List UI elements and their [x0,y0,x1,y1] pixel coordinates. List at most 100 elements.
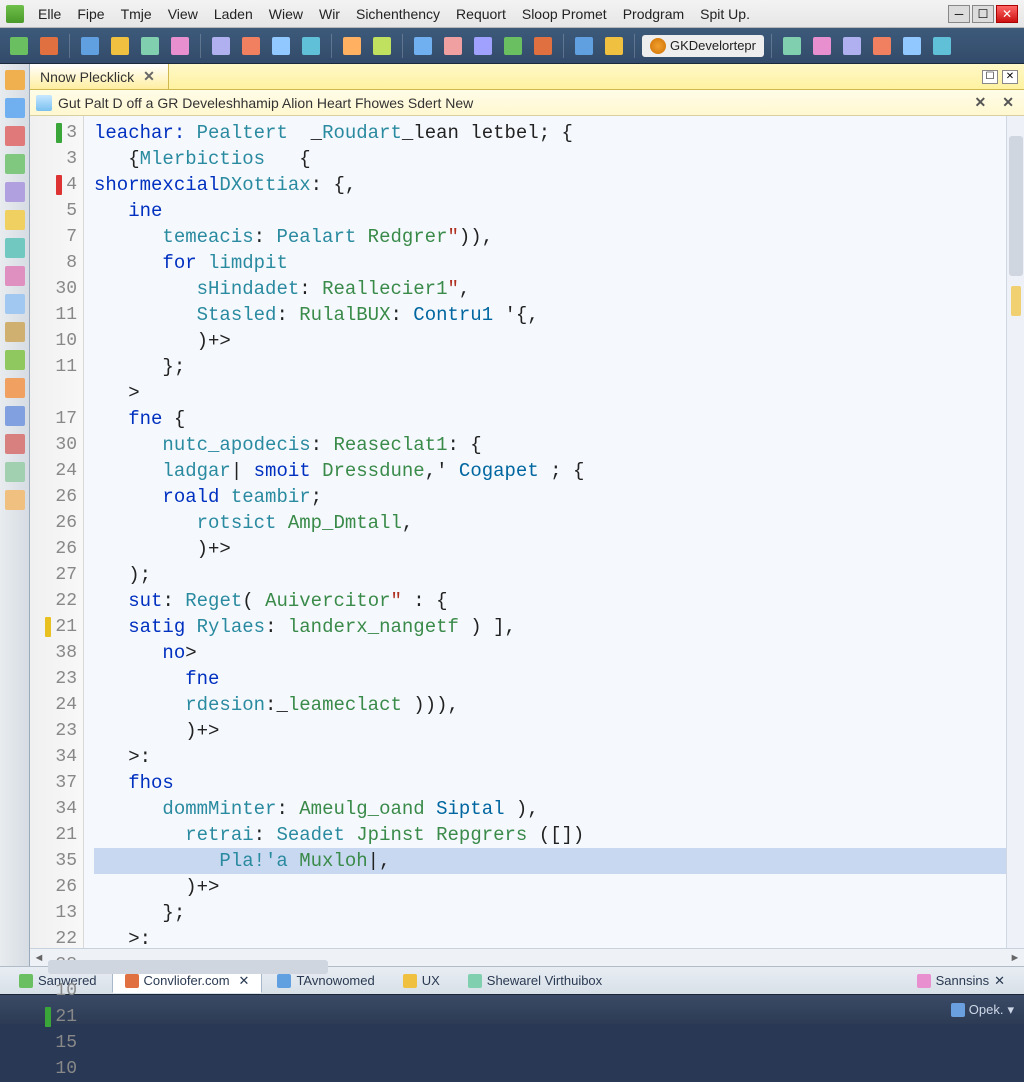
gutter-line[interactable]: 10 [30,978,77,1004]
gutter-line[interactable]: 5 [30,198,77,224]
sidebar-icon-15[interactable] [5,490,25,510]
hscroll-thumb[interactable] [48,960,328,974]
sidebar-icon-13[interactable] [5,434,25,454]
gutter-line[interactable]: 34 [30,796,77,822]
gutter-line[interactable]: 4 [30,172,77,198]
code-line[interactable]: no> [94,640,1006,666]
toolbar-button-5[interactable] [167,33,193,59]
gutter-line[interactable]: 13 [30,900,77,926]
toolbar-button-6[interactable] [208,33,234,59]
code-line[interactable]: sHindadet: Reallecier1", [94,276,1006,302]
code-line[interactable]: >: [94,744,1006,770]
toolbar-button-18[interactable] [601,33,627,59]
code-line[interactable]: )+> [94,536,1006,562]
sidebar-icon-14[interactable] [5,462,25,482]
toolbar-button-20[interactable] [809,33,835,59]
gutter-line[interactable]: 21 [30,822,77,848]
gutter-line[interactable]: 26 [30,484,77,510]
menu-spit up.[interactable]: Spit Up. [692,2,758,26]
gutter-line[interactable]: 30 [30,276,77,302]
gutter-line[interactable]: 15 [30,1030,77,1056]
gutter-line[interactable]: 17 [30,406,77,432]
code-line[interactable]: {Mlerbictios { [94,146,1006,172]
toolbar-button-22[interactable] [869,33,895,59]
menu-prodgram[interactable]: Prodgram [615,2,692,26]
vertical-scrollbar[interactable] [1006,116,1024,948]
gutter-line[interactable]: 11 [30,302,77,328]
sidebar-icon-0[interactable] [5,70,25,90]
code-line[interactable]: )+> [94,328,1006,354]
code-line[interactable]: dommMinter: Ameulg_oand Siptal ), [94,796,1006,822]
gutter-line[interactable]: 35 [30,848,77,874]
code-line[interactable]: ladgar| smoit Dressdune,' Cogapet ; { [94,458,1006,484]
code-line[interactable]: )+> [94,874,1006,900]
sidebar-icon-1[interactable] [5,98,25,118]
menu-elle[interactable]: Elle [30,2,69,26]
toolbar-button-9[interactable] [298,33,324,59]
gutter-line[interactable]: 21 [30,614,77,640]
gutter-line[interactable]: 38 [30,640,77,666]
tab-close-icon[interactable]: ✕ [140,68,158,85]
sidebar-icon-12[interactable] [5,406,25,426]
scroll-thumb[interactable] [1009,136,1023,276]
gutter-line[interactable]: 21 [30,1004,77,1030]
sidebar-icon-11[interactable] [5,378,25,398]
code-line[interactable]: fhos [94,770,1006,796]
tab-close-button[interactable]: ✕ [1002,70,1018,84]
gutter-line[interactable] [30,380,77,406]
code-line[interactable]: retrai: Seadet Jpinst Repgrers ([]) [94,822,1006,848]
code-line[interactable]: Stasled: RulalBUX: Contru1 '{, [94,302,1006,328]
toolbar-button-16[interactable] [530,33,556,59]
code-line[interactable]: )+> [94,718,1006,744]
toolbar-button-23[interactable] [899,33,925,59]
toolbar-button-24[interactable] [929,33,955,59]
menu-fipe[interactable]: Fipe [69,2,112,26]
sidebar-icon-8[interactable] [5,294,25,314]
menu-wir[interactable]: Wir [311,2,348,26]
toolbar-button-15[interactable] [500,33,526,59]
code-line[interactable]: ); [94,562,1006,588]
status-right[interactable]: Opek. ▾ [951,1002,1014,1018]
toolbar-button-8[interactable] [268,33,294,59]
bottom-tab-4[interactable]: Shewarel Virthuibox [455,969,615,992]
gutter-line[interactable]: 22 [30,926,77,952]
gutter-line[interactable]: 22 [30,588,77,614]
code-line[interactable]: nutc_apodecis: Reaseclat1: { [94,432,1006,458]
gutter-line[interactable]: 7 [30,224,77,250]
toolbar-button-14[interactable] [470,33,496,59]
gutter-line[interactable]: 3 [30,146,77,172]
horizontal-scrollbar[interactable]: ◄ ► [30,948,1024,966]
toolbar-button-7[interactable] [238,33,264,59]
code-line[interactable]: >: [94,926,1006,948]
sidebar-icon-6[interactable] [5,238,25,258]
code-text[interactable]: leachar: Pealtert _Roudart_lean letbel; … [84,116,1006,948]
menu-requort[interactable]: Requort [448,2,514,26]
gutter-line[interactable]: 37 [30,770,77,796]
menu-laden[interactable]: Laden [206,2,261,26]
close-icon[interactable]: ✕ [994,973,1005,989]
code-line[interactable]: for limdpit [94,250,1006,276]
toolbar-button-17[interactable] [571,33,597,59]
tab-active[interactable]: Nnow Plecklick ✕ [30,64,169,89]
toolbar-button-10[interactable] [339,33,365,59]
toolbar-button-3[interactable] [107,33,133,59]
toolbar-button-19[interactable] [779,33,805,59]
gutter-line[interactable]: 10 [30,1056,77,1082]
sidebar-icon-4[interactable] [5,182,25,202]
maximize-button[interactable]: ☐ [972,5,994,23]
close-button[interactable]: ✕ [996,5,1018,23]
code-line[interactable]: fne { [94,406,1006,432]
code-line[interactable]: Pla!'a Muxloh|, [94,848,1006,874]
code-line[interactable]: rdesion:_leameclact ))), [94,692,1006,718]
tab-close-icon[interactable]: ✕ [239,973,250,989]
code-line[interactable]: ine [94,198,1006,224]
menu-sloop promet[interactable]: Sloop Promet [514,2,615,26]
gutter-line[interactable]: 23 [30,718,77,744]
toolbar-button-13[interactable] [440,33,466,59]
menu-wiew[interactable]: Wiew [261,2,311,26]
code-line[interactable]: rotsict Amp_Dmtall, [94,510,1006,536]
minimize-button[interactable]: ─ [948,5,970,23]
code-line[interactable]: shormexcialDXottiax: {, [94,172,1006,198]
gutter-line[interactable]: 10 [30,328,77,354]
sidebar-icon-5[interactable] [5,210,25,230]
